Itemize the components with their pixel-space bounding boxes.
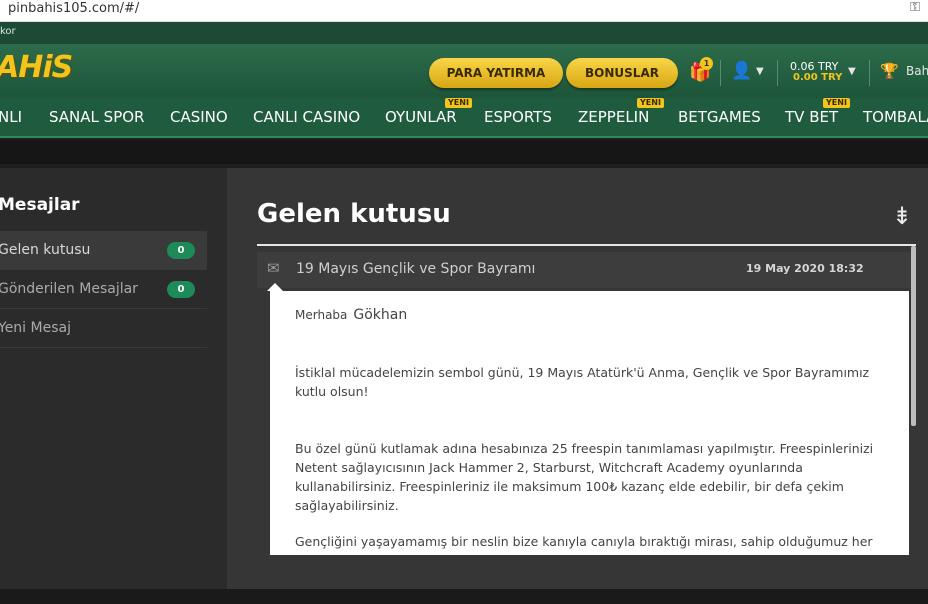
message-paragraph: Bu özel günü kutlamak adına hesabınıza 2…: [295, 441, 874, 513]
sidebar-item-sent[interactable]: Gönderilen Mesajlar 0: [0, 270, 207, 309]
inbox-panel: Gelen kutusu ⇟ ✉ 19 Mayıs Gençlik ve Spo…: [227, 168, 928, 589]
top-strip: kor: [0, 22, 928, 44]
new-badge: YENI: [445, 98, 472, 108]
url-text[interactable]: pinbahis105.com/#/: [8, 1, 139, 16]
messages-sidebar: Mesajlar Gelen kutusu 0 Gönderilen Mesaj…: [0, 168, 227, 589]
deposit-button[interactable]: PARA YATIRMA: [429, 58, 563, 88]
recipient-name: Gökhan: [353, 307, 408, 323]
divider: [777, 60, 778, 86]
new-badge: YENI: [823, 98, 850, 108]
nav-item-esports[interactable]: ESPORTS: [484, 108, 552, 126]
message-notch: [267, 283, 283, 291]
nav-item-tvbet[interactable]: TV BET: [785, 108, 838, 126]
nav-item-games[interactable]: OYUNLAR: [385, 108, 457, 126]
bets-link[interactable]: Bah: [906, 64, 928, 78]
sidebar-item-new-message[interactable]: Yeni Mesaj: [0, 309, 207, 348]
message-header[interactable]: ✉ 19 Mayıs Gençlik ve Spor Bayramı 19 Ma…: [257, 252, 914, 288]
sidebar-item-label: Yeni Mesaj: [0, 320, 71, 336]
nav-item-live[interactable]: NLI: [0, 108, 22, 126]
nav-item-zeppelin[interactable]: ZEPPELIN: [578, 108, 649, 126]
key-icon[interactable]: ⚿: [910, 0, 920, 15]
message-paragraph: Gençliğini yaşayamamış bir neslin bize k…: [295, 534, 873, 555]
message-greeting: Merhaba Gökhan: [295, 307, 407, 323]
main-nav: NLI SANAL SPOR CASINO CANLI CASINO OYUNL…: [0, 98, 928, 138]
nav-item-live-casino[interactable]: CANLI CASINO: [253, 108, 360, 126]
site-logo[interactable]: AHiS: [0, 50, 73, 85]
message-date: 19 May 2020 18:32: [746, 262, 864, 275]
double-chevron-down-icon[interactable]: ⇟: [892, 202, 912, 230]
page-title: Gelen kutusu: [257, 199, 451, 229]
envelope-icon: ✉: [267, 259, 280, 277]
chevron-down-icon[interactable]: ▼: [848, 66, 856, 77]
trophy-icon[interactable]: 🏆: [880, 62, 899, 80]
greeting-word: Merhaba: [295, 308, 348, 322]
site-header: AHiS PARA YATIRMA BONUSLAR 🎁 1 👤 ▼ 0.06 …: [0, 44, 928, 98]
strip-text: kor: [0, 26, 16, 37]
nav-item-tombala[interactable]: TOMBALA: [863, 108, 928, 126]
divider: [869, 60, 870, 86]
nav-item-casino[interactable]: CASINO: [170, 108, 228, 126]
bonus-button[interactable]: BONUSLAR: [566, 58, 678, 88]
scrollbar[interactable]: [911, 246, 916, 426]
user-icon[interactable]: 👤: [731, 61, 752, 81]
new-badge: YENI: [637, 98, 664, 108]
sidebar-item-label: Gönderilen Mesajlar: [0, 281, 138, 297]
separator-band: [0, 140, 928, 164]
nav-item-virtual-sports[interactable]: SANAL SPOR: [49, 108, 144, 126]
address-bar[interactable]: pinbahis105.com/#/ ⚿: [0, 0, 928, 22]
sidebar-item-inbox[interactable]: Gelen kutusu 0: [0, 231, 207, 270]
count-badge: 0: [167, 242, 195, 259]
nav-item-betgames[interactable]: BETGAMES: [678, 108, 761, 126]
page-footer: [0, 589, 928, 604]
balance-bonus[interactable]: 0.00 TRY: [793, 72, 842, 83]
chevron-down-icon[interactable]: ▼: [756, 66, 764, 77]
message-body: Merhaba Gökhan İstiklal mücadelemizin sem…: [270, 291, 909, 555]
message-subject[interactable]: 19 Mayıs Gençlik ve Spor Bayramı: [296, 261, 535, 277]
count-badge: 0: [167, 281, 195, 298]
sidebar-title: Mesajlar: [0, 195, 80, 215]
divider: [720, 60, 721, 86]
message-paragraph: İstiklal mücadelemizin sembol günü, 19 M…: [295, 365, 870, 399]
sidebar-item-label: Gelen kutusu: [0, 242, 91, 258]
gift-count-badge: 1: [700, 57, 713, 70]
title-divider: [257, 244, 916, 246]
